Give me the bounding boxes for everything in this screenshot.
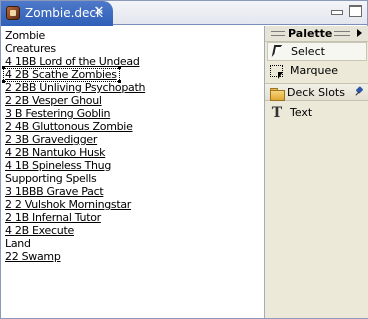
section-heading[interactable]: Supporting Spells [5, 172, 264, 185]
deck-slots-drawer[interactable]: Deck Slots [265, 83, 368, 101]
marquee-tool[interactable]: Marquee [267, 61, 367, 80]
deck-file-icon [6, 6, 20, 20]
arrow-cursor-icon [270, 44, 286, 60]
deck-text-editor[interactable]: Zombie Creatures 4 1BB Lord of the Undead 4… [2, 26, 264, 318]
card-line-text: 4 1B Spineless Thug [5, 159, 112, 172]
maximize-icon[interactable] [348, 4, 362, 17]
deck-slots-label: Deck Slots [287, 86, 345, 99]
tab-zombie-deck[interactable]: Zombie.deck ✕ [1, 1, 113, 26]
card-line[interactable]: 2 3B Gravedigger [5, 133, 264, 146]
card-line-text: 3 1BBB Grave Pact [5, 185, 104, 198]
palette-header[interactable]: Palette [265, 26, 368, 42]
card-line[interactable]: 4 2B Nantuko Husk [5, 146, 264, 159]
selection-handle[interactable] [2, 66, 5, 69]
card-line-text: 4 2B Nantuko Husk [5, 146, 106, 159]
palette-panel: Palette Select Marquee Deck Slots T Text [264, 26, 368, 318]
card-line[interactable]: 2 2B Vesper Ghoul [5, 94, 264, 107]
select-tool-label: Select [291, 45, 325, 58]
card-line[interactable]: 4 1B Spineless Thug [5, 159, 264, 172]
drag-grip-icon [334, 31, 350, 36]
editor-tab-bar: Zombie.deck ✕ [1, 1, 367, 26]
card-line[interactable]: 22 Swamp [5, 250, 264, 263]
minimize-icon[interactable] [329, 4, 343, 16]
palette-title: Palette [288, 27, 333, 40]
card-line-text: 2 4B Gluttonous Zombie [5, 120, 133, 133]
card-line[interactable]: 3 B Festering Goblin [5, 107, 264, 120]
card-line[interactable]: 4 2B Scathe Zombies [2, 66, 264, 83]
section-heading-text: Creatures [5, 42, 56, 55]
pin-icon[interactable] [354, 87, 365, 98]
card-line-text: 3 B Festering Goblin [5, 107, 111, 120]
section-heading[interactable]: Land [5, 237, 264, 250]
marquee-tool-label: Marquee [290, 64, 339, 77]
selection-outline [3, 68, 120, 82]
card-line-text: 2 2 Vulshok Morningstar [5, 198, 132, 211]
card-line[interactable]: 2 2 Vulshok Morningstar [5, 198, 264, 211]
marquee-icon [269, 63, 285, 79]
card-line[interactable]: 2 1B Infernal Tutor [5, 211, 264, 224]
card-line-text: 2 2B Vesper Ghoul [5, 94, 102, 107]
card-line-text: 2 1B Infernal Tutor [5, 211, 101, 224]
folder-icon [269, 85, 285, 101]
text-tool-icon: T [271, 104, 283, 121]
selection-handle[interactable] [117, 80, 121, 83]
card-line[interactable]: 2 2BB Unliving Psychopath [5, 81, 264, 94]
palette-menu-arrow-icon[interactable] [357, 29, 362, 37]
selection-handle[interactable] [2, 80, 5, 83]
deck-editor-window: Zombie.deck ✕ Zombie Creatures 4 1BB Lord … [0, 0, 368, 319]
card-line[interactable]: 3 1BBB Grave Pact [5, 185, 264, 198]
section-heading[interactable]: Zombie [5, 29, 264, 42]
selected-card-line[interactable]: 4 2B Scathe Zombies [2, 66, 121, 83]
card-line[interactable]: 2 4B Gluttonous Zombie [5, 120, 264, 133]
card-line[interactable]: 4 2B Execute [5, 224, 264, 237]
selection-handle[interactable] [117, 66, 121, 69]
text-tool[interactable]: T Text [267, 103, 367, 122]
section-heading-text: Land [5, 237, 31, 250]
card-line-text: 4 2B Execute [5, 224, 74, 237]
drag-grip-icon [271, 31, 285, 36]
section-heading-text: Supporting Spells [5, 172, 97, 185]
section-heading[interactable]: Creatures [5, 42, 264, 55]
card-line-text: 22 Swamp [5, 250, 61, 263]
card-line[interactable]: 4 1BB Lord of the Undead [5, 55, 264, 68]
select-tool[interactable]: Select [267, 42, 367, 61]
text-tool-label: Text [290, 106, 313, 119]
section-heading-text: Zombie [5, 29, 45, 42]
close-tab-icon[interactable]: ✕ [92, 5, 106, 19]
card-line-text: 2 2BB Unliving Psychopath [5, 81, 146, 94]
card-line-text: 2 3B Gravedigger [5, 133, 98, 146]
